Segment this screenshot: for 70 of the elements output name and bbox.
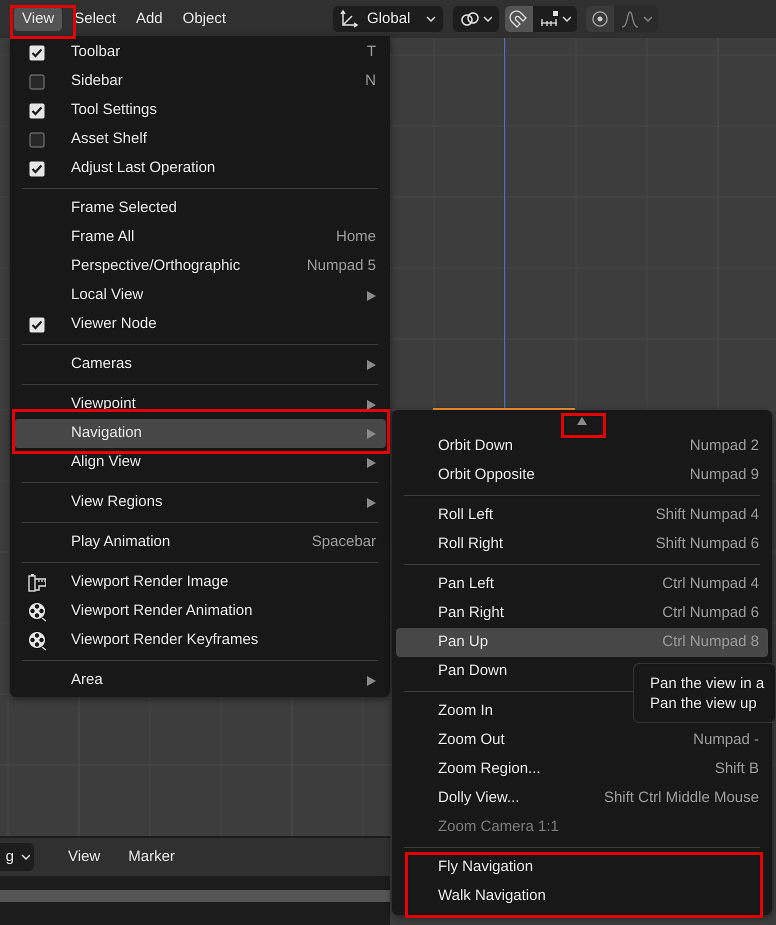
menu-item[interactable]: Fly Navigation bbox=[396, 853, 768, 882]
menu-item[interactable]: Navigation bbox=[14, 419, 386, 448]
submenu-arrow-icon bbox=[366, 674, 376, 686]
menu-item[interactable]: Pan Up Ctrl Numpad 8 bbox=[396, 628, 768, 657]
mode-dropdown[interactable]: g bbox=[0, 843, 34, 871]
menu-item: Zoom Camera 1:1 bbox=[437, 817, 560, 838]
magnet-icon bbox=[509, 9, 530, 29]
menu-item[interactable]: Roll Right Shift Numpad 6 bbox=[396, 530, 768, 559]
submenu-arrow-icon bbox=[366, 358, 376, 370]
menu-item[interactable]: Align View bbox=[14, 448, 386, 477]
axes-icon bbox=[339, 9, 360, 29]
menu-item[interactable]: Orbit Down Numpad 2 bbox=[396, 432, 768, 461]
menu-item[interactable]: Zoom Region... Shift B bbox=[396, 755, 768, 784]
header-menu[interactable]: Add bbox=[128, 7, 171, 31]
film-camera-icon bbox=[28, 572, 46, 592]
menu-item[interactable]: Asset Shelf bbox=[14, 125, 386, 154]
pivot-dropdown[interactable] bbox=[453, 6, 500, 32]
menu-item[interactable]: Viewer Node bbox=[14, 310, 386, 339]
menu-item[interactable]: Area bbox=[14, 666, 386, 695]
checked-checkbox-icon bbox=[29, 160, 45, 176]
scroll-up-icon bbox=[577, 416, 587, 426]
submenu-arrow-icon bbox=[366, 290, 376, 302]
tooltip-text: Pan the view in a bbox=[650, 674, 766, 694]
menu-item[interactable]: Tool Settings bbox=[14, 96, 386, 125]
tooltip-text: Pan the view up bbox=[650, 694, 758, 714]
checkbox-icon bbox=[29, 74, 45, 90]
increment-icon bbox=[539, 9, 560, 29]
submenu-arrow-icon bbox=[366, 428, 376, 440]
proportional-editing-toggle[interactable] bbox=[586, 6, 614, 32]
menu-item[interactable]: Dolly View... Shift Ctrl Middle Mouse bbox=[396, 784, 768, 813]
timeline-menu[interactable]: Marker bbox=[118, 846, 185, 868]
menu-item[interactable]: Pan Right Ctrl Numpad 6 bbox=[396, 599, 768, 628]
menu-item[interactable]: Play Animation Spacebar bbox=[14, 528, 386, 557]
menu-item[interactable]: Cameras bbox=[14, 350, 386, 379]
annotation-frame bbox=[10, 5, 76, 39]
menu-item[interactable]: Zoom Out Numpad - bbox=[396, 726, 768, 755]
checked-checkbox-icon bbox=[29, 44, 45, 60]
menu-item[interactable]: Adjust Last Operation bbox=[14, 154, 386, 183]
header-menu[interactable]: Object bbox=[174, 7, 234, 31]
menu-item[interactable]: Viewport Render Image bbox=[14, 568, 386, 597]
film-reel-icon bbox=[28, 602, 46, 622]
menu-item[interactable]: Toolbar T bbox=[14, 38, 386, 67]
submenu-arrow-icon bbox=[366, 398, 376, 410]
timeline-menu[interactable]: View bbox=[58, 846, 110, 868]
menu-item[interactable]: Perspective/Orthographic Numpad 5 bbox=[14, 252, 386, 281]
submenu-arrow-icon bbox=[366, 496, 376, 508]
header-menu[interactable]: Select bbox=[66, 7, 124, 31]
header-menu[interactable]: View bbox=[14, 7, 62, 31]
menu-item[interactable]: Frame Selected bbox=[14, 194, 386, 223]
snap-toggle[interactable] bbox=[505, 6, 534, 32]
curve-icon bbox=[620, 9, 640, 29]
menu-item[interactable]: View Regions bbox=[14, 488, 386, 517]
menu-item[interactable]: Sidebar N bbox=[14, 67, 386, 96]
target-circle-icon bbox=[590, 9, 610, 29]
menu-item[interactable]: Walk Navigation bbox=[396, 882, 768, 911]
menu-item[interactable]: Pan Left Ctrl Numpad 4 bbox=[396, 570, 768, 599]
menu-item[interactable]: Viewpoint bbox=[14, 390, 386, 419]
orientation-dropdown[interactable]: Global bbox=[333, 6, 444, 32]
submenu-arrow-icon bbox=[366, 456, 376, 468]
menu-item[interactable]: Viewport Render Animation bbox=[14, 597, 386, 626]
film-reel-icon bbox=[28, 630, 46, 650]
menu-item[interactable]: Roll Left Shift Numpad 4 bbox=[396, 501, 768, 530]
checked-checkbox-icon bbox=[29, 102, 45, 118]
annotation-frame bbox=[561, 413, 606, 438]
menu-item[interactable]: Local View bbox=[14, 281, 386, 310]
checked-checkbox-icon bbox=[29, 316, 45, 332]
menu-item[interactable]: Orbit Opposite Numpad 9 bbox=[396, 461, 768, 490]
checkbox-icon bbox=[29, 132, 45, 148]
menu-item[interactable]: Viewport Render Keyframes bbox=[14, 626, 386, 655]
menu-item[interactable]: Frame All Home bbox=[14, 223, 386, 252]
